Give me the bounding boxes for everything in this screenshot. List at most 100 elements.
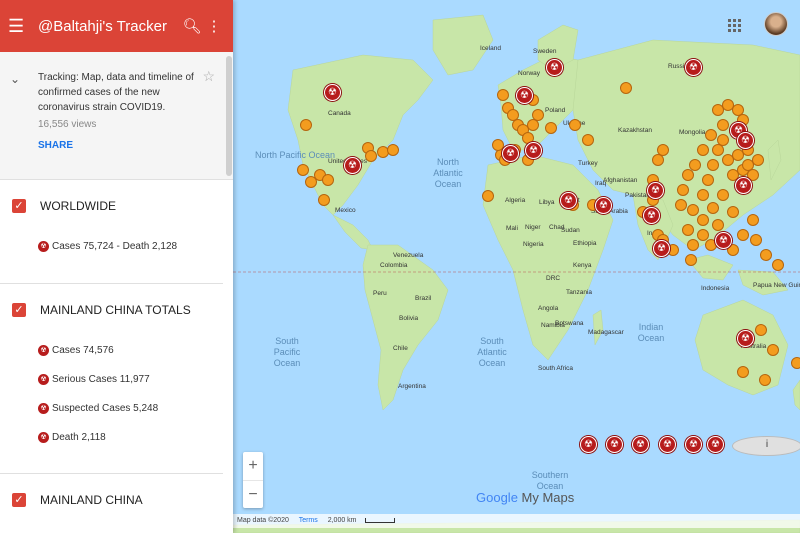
case-marker[interactable]: [717, 119, 729, 131]
legend-marker[interactable]: [707, 436, 724, 453]
case-marker[interactable]: [742, 159, 754, 171]
case-marker[interactable]: [620, 82, 632, 94]
legend-marker[interactable]: [606, 436, 623, 453]
biohazard-marker[interactable]: [653, 240, 670, 257]
layer-item-label: Cases 75,724 - Death 2,128: [52, 241, 178, 252]
case-marker[interactable]: [297, 164, 309, 176]
layer-title[interactable]: WORLDWIDE: [40, 199, 116, 213]
case-marker[interactable]: [750, 234, 762, 246]
more-options-icon[interactable]: ⋮: [203, 17, 225, 35]
legend-marker[interactable]: [580, 436, 597, 453]
layer-item[interactable]: ☢ Serious Cases 11,977: [12, 365, 211, 394]
biohazard-marker[interactable]: [737, 132, 754, 149]
biohazard-marker[interactable]: [737, 330, 754, 347]
collapse-chevron-icon[interactable]: ⌄: [10, 72, 20, 86]
case-marker[interactable]: [760, 249, 772, 261]
map-description: Tracking: Map, data and timeline of conf…: [38, 72, 194, 113]
biohazard-marker[interactable]: [560, 192, 577, 209]
info-icon[interactable]: [732, 436, 800, 456]
case-marker[interactable]: [482, 190, 494, 202]
case-marker[interactable]: [712, 219, 724, 231]
case-marker[interactable]: [697, 214, 709, 226]
share-button[interactable]: SHARE: [38, 140, 203, 151]
case-marker[interactable]: [685, 254, 697, 266]
country-label: Afghanistan: [603, 177, 638, 184]
layer-checkbox[interactable]: ✓: [12, 199, 26, 213]
biohazard-marker[interactable]: [344, 157, 361, 174]
biohazard-marker[interactable]: [685, 59, 702, 76]
case-marker[interactable]: [717, 134, 729, 146]
search-icon[interactable]: 🔍︎: [181, 17, 203, 35]
case-marker[interactable]: [697, 189, 709, 201]
layer-item[interactable]: ☢ Cases 74,576: [12, 336, 211, 365]
country-label: Brazil: [415, 295, 432, 302]
case-marker[interactable]: [322, 174, 334, 186]
legend-marker[interactable]: [659, 436, 676, 453]
case-marker[interactable]: [682, 224, 694, 236]
layer-item[interactable]: ☢ Suspected Cases 5,248: [12, 394, 211, 423]
case-marker[interactable]: [767, 344, 779, 356]
case-marker[interactable]: [677, 184, 689, 196]
case-marker[interactable]: [657, 144, 669, 156]
apps-grid-icon[interactable]: [728, 19, 742, 33]
layer-checkbox[interactable]: ✓: [12, 493, 26, 507]
user-avatar[interactable]: [764, 12, 788, 36]
case-marker[interactable]: [387, 144, 399, 156]
biohazard-marker[interactable]: [647, 182, 664, 199]
biohazard-marker[interactable]: [546, 59, 563, 76]
case-marker[interactable]: [791, 357, 800, 369]
case-marker[interactable]: [687, 239, 699, 251]
biohazard-icon: ☢: [38, 345, 49, 356]
layer-title[interactable]: MAINLAND CHINA TOTALS: [40, 303, 191, 317]
case-marker[interactable]: [705, 129, 717, 141]
sidebar-scrollbar[interactable]: [226, 56, 232, 176]
zoom-in-button[interactable]: +: [243, 452, 263, 480]
biohazard-marker[interactable]: [502, 145, 519, 162]
case-marker[interactable]: [687, 204, 699, 216]
zoom-out-button[interactable]: −: [243, 480, 263, 508]
case-marker[interactable]: [759, 374, 771, 386]
country-label: Madagascar: [588, 329, 624, 336]
scale-label: 2,000 km: [327, 517, 357, 524]
case-marker[interactable]: [772, 259, 784, 271]
biohazard-marker[interactable]: [715, 232, 732, 249]
case-marker[interactable]: [755, 324, 767, 336]
menu-icon[interactable]: ☰: [8, 16, 30, 37]
case-marker[interactable]: [702, 174, 714, 186]
case-marker[interactable]: [318, 194, 330, 206]
case-marker[interactable]: [532, 109, 544, 121]
terms-link[interactable]: Terms: [299, 517, 318, 524]
country-label: Mali: [506, 225, 518, 232]
country-label: Peru: [373, 290, 387, 297]
case-marker[interactable]: [717, 189, 729, 201]
biohazard-marker[interactable]: [595, 197, 612, 214]
case-marker[interactable]: [300, 119, 312, 131]
map-info-panel: ⌄ ☆ Tracking: Map, data and timeline of …: [0, 52, 233, 180]
star-icon[interactable]: ☆: [202, 68, 215, 85]
case-marker[interactable]: [707, 159, 719, 171]
biohazard-marker[interactable]: [735, 177, 752, 194]
biohazard-marker[interactable]: [516, 87, 533, 104]
case-marker[interactable]: [747, 214, 759, 226]
layer-checkbox[interactable]: ✓: [12, 303, 26, 317]
case-marker[interactable]: [569, 119, 581, 131]
biohazard-marker[interactable]: [643, 207, 660, 224]
case-marker[interactable]: [682, 169, 694, 181]
legend-marker[interactable]: [685, 436, 702, 453]
layer-title[interactable]: MAINLAND CHINA: [40, 493, 143, 507]
case-marker[interactable]: [675, 199, 687, 211]
layer-item[interactable]: ☢ Cases 75,724 - Death 2,128: [12, 232, 211, 261]
case-marker[interactable]: [582, 134, 594, 146]
case-marker[interactable]: [707, 202, 719, 214]
case-marker[interactable]: [545, 122, 557, 134]
case-marker[interactable]: [697, 144, 709, 156]
biohazard-marker[interactable]: [525, 142, 542, 159]
layer-item[interactable]: ☢ Death 2,118: [12, 423, 211, 452]
biohazard-marker[interactable]: [324, 84, 341, 101]
case-marker[interactable]: [737, 366, 749, 378]
legend-marker[interactable]: [632, 436, 649, 453]
case-marker[interactable]: [727, 206, 739, 218]
case-marker[interactable]: [497, 89, 509, 101]
case-marker[interactable]: [737, 229, 749, 241]
case-marker[interactable]: [365, 150, 377, 162]
